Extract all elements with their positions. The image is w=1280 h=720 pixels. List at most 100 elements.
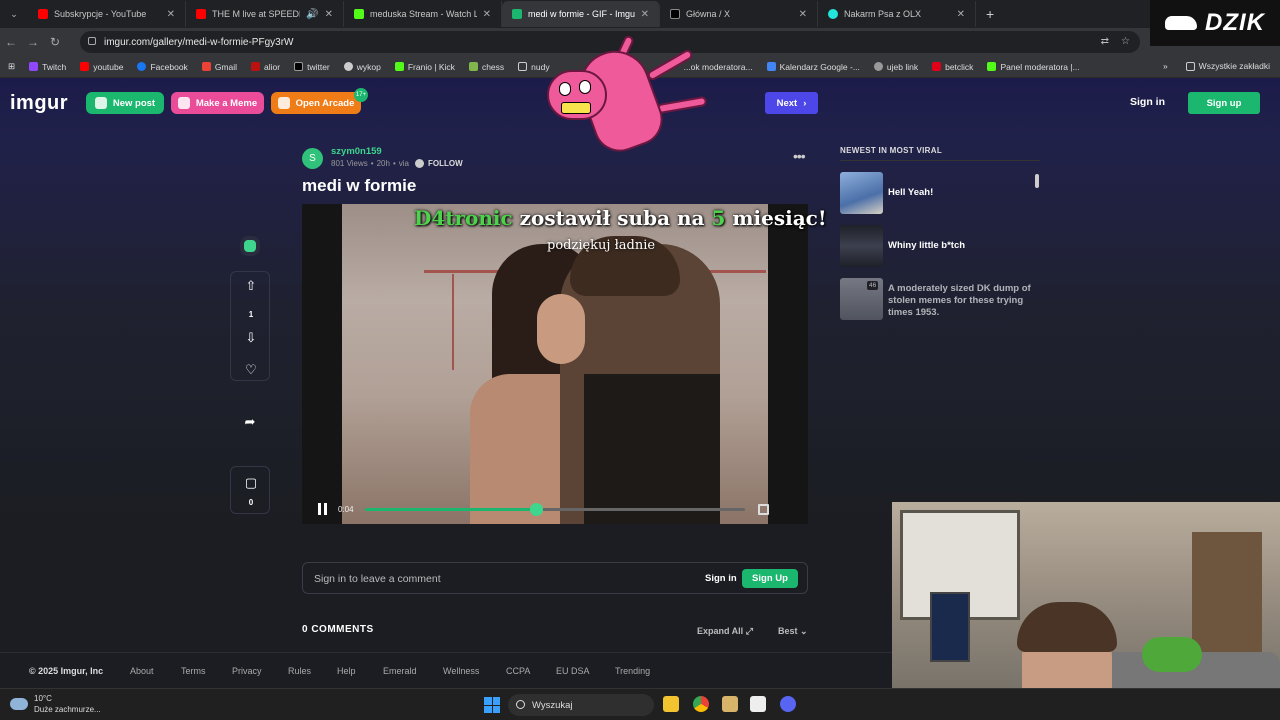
new-post-button[interactable]: New post [86, 92, 164, 114]
footer-link[interactable]: Terms [181, 666, 206, 676]
comment-box[interactable]: Sign in to leave a comment Sign in Sign … [302, 562, 808, 594]
speaker-icon[interactable]: 🔊 [306, 9, 318, 20]
new-tab-button[interactable]: + [986, 6, 994, 22]
more-options-icon[interactable]: ••• [793, 148, 806, 164]
upvote-icon[interactable]: ⇧ [231, 278, 271, 294]
bookmark-kick[interactable]: Franio | Kick [394, 62, 455, 72]
site-info-icon[interactable] [88, 37, 96, 45]
tab-search-icon[interactable]: ⌄ [0, 9, 28, 20]
list-item[interactable]: Hell Yeah! [840, 172, 1040, 216]
downvote-icon[interactable]: ⇩ [231, 330, 271, 346]
app-icon[interactable] [722, 696, 738, 712]
chevron-right-icon[interactable]: » [1163, 61, 1168, 71]
comment-sign-up-button[interactable]: Sign Up [742, 569, 798, 588]
browser-tab[interactable]: meduska Stream - Watch Live ✕ [344, 1, 502, 27]
video-progress-bar[interactable] [365, 503, 745, 516]
reload-icon[interactable]: ↻ [44, 35, 66, 49]
forward-icon[interactable]: → [22, 35, 44, 49]
windows-start-icon[interactable] [484, 697, 500, 713]
bookmark-betclick[interactable]: betclick [932, 62, 973, 72]
close-tab-icon[interactable]: ✕ [799, 9, 807, 20]
youtube-icon [80, 62, 90, 71]
comment-placeholder[interactable]: Sign in to leave a comment [314, 573, 441, 585]
expand-all-button[interactable]: Expand All ⤢ [697, 626, 753, 637]
footer-link[interactable]: Trending [615, 666, 650, 676]
kick-icon [987, 62, 997, 71]
avatar[interactable]: S [302, 148, 323, 169]
calendar-icon [766, 62, 776, 71]
sign-up-button[interactable]: Sign up [1188, 92, 1260, 114]
username[interactable]: szym0n159 [331, 146, 382, 157]
divider [840, 160, 1040, 161]
webcam-person [1017, 602, 1117, 652]
bookmark-label: chess [481, 61, 505, 72]
close-tab-icon[interactable]: ✕ [325, 9, 333, 20]
make-meme-button[interactable]: Make a Meme [171, 92, 264, 114]
close-tab-icon[interactable]: ✕ [641, 9, 649, 20]
browser-tab[interactable]: Subskrypcje - YouTube ✕ [28, 1, 186, 27]
back-icon[interactable]: ← [0, 35, 22, 49]
bookmark-label: Kalendarz Google -... [779, 61, 860, 72]
close-tab-icon[interactable]: ✕ [167, 9, 175, 20]
video-player[interactable]: D4tronic zostawił suba na 5 miesiąc! pod… [302, 204, 827, 524]
heart-icon[interactable]: ♡ [231, 362, 271, 378]
list-item[interactable]: Whiny little b*tch [840, 225, 1040, 269]
footer-link[interactable]: About [130, 666, 154, 676]
browser-tab-active[interactable]: medi w formie - GIF - Imgur ✕ [502, 1, 660, 27]
footer-copyright: © 2025 Imgur, Inc [29, 666, 104, 676]
bookmark-ujeb[interactable]: ujeb link [873, 61, 919, 72]
footer-link[interactable]: EU DSA [556, 666, 590, 676]
bookmark-facebook[interactable]: Facebook [137, 62, 188, 72]
footer-link[interactable]: Emerald [383, 666, 417, 676]
file-explorer-icon[interactable] [663, 696, 679, 712]
pause-icon[interactable] [318, 503, 327, 515]
sub-alert-mid: zostawił suba na [519, 206, 705, 230]
bookmark-twitch[interactable]: Twitch [29, 62, 66, 72]
sign-in-link[interactable]: Sign in [1130, 96, 1165, 108]
scroll-indicator[interactable] [1035, 174, 1039, 188]
all-bookmarks[interactable]: » Wszystkie zakładki [1163, 61, 1270, 71]
sticker-arm [656, 95, 708, 115]
browser-tab[interactable]: THE M live at SPEEDLAND 🔊 ✕ [186, 1, 344, 27]
kick-icon [354, 9, 364, 19]
bookmark-twitter[interactable]: twitter [294, 62, 330, 72]
taskbar-search[interactable]: Wyszukaj [508, 694, 654, 716]
bookmark-gmail[interactable]: Gmail [201, 62, 237, 72]
star-icon[interactable]: ☆ [1121, 36, 1130, 47]
footer-link[interactable]: Help [337, 666, 356, 676]
apps-icon[interactable]: ⊞ [8, 61, 15, 72]
bookmark-youtube[interactable]: youtube [80, 62, 123, 72]
follow-button[interactable]: FOLLOW [414, 159, 463, 168]
footer-link[interactable]: CCPA [506, 666, 530, 676]
weather-text: Duże zachmurze... [34, 705, 101, 714]
bookmark-alior[interactable]: alior [251, 62, 280, 72]
sort-dropdown[interactable]: Best ⌄ [778, 626, 808, 637]
bookmark-wykop[interactable]: wykop [343, 62, 381, 72]
discord-icon[interactable] [780, 696, 796, 712]
close-tab-icon[interactable]: ✕ [483, 9, 491, 20]
close-tab-icon[interactable]: ✕ [957, 9, 965, 20]
video-progress-handle[interactable] [530, 503, 543, 516]
footer-link[interactable]: Wellness [443, 666, 479, 676]
bookmark-panel[interactable]: Panel moderatora |... [987, 62, 1080, 72]
chrome-icon[interactable] [693, 696, 709, 712]
comment-sign-in[interactable]: Sign in [705, 573, 737, 584]
open-arcade-button[interactable]: Open Arcade [271, 92, 361, 114]
footer-link[interactable]: Rules [288, 666, 311, 676]
next-button[interactable]: Next › [765, 92, 818, 114]
browser-tab[interactable]: Główna / X ✕ [660, 1, 818, 27]
translate-icon[interactable]: ⇄ [1101, 36, 1109, 47]
bookmark-calendar[interactable]: Kalendarz Google -... [766, 61, 860, 72]
bookmark-chess[interactable]: chess [468, 61, 505, 72]
fullscreen-icon[interactable] [758, 504, 769, 515]
footer-link[interactable]: Privacy [232, 666, 262, 676]
app-icon[interactable] [750, 696, 766, 712]
list-item[interactable]: 46 A moderately sized DK dump of stolen … [840, 278, 1040, 322]
bookmark-label: Wszystkie zakładki [1198, 61, 1270, 71]
comment-panel[interactable]: ▢ 0 [230, 466, 270, 514]
bookmark-label: ujeb link [886, 61, 919, 72]
weather-widget[interactable]: 10°C Duże zachmurze... [10, 693, 101, 715]
browser-tab[interactable]: Nakarm Psa z OLX ✕ [818, 1, 976, 27]
share-icon[interactable]: ➦ [230, 414, 270, 430]
imgur-logo[interactable]: imgur [10, 92, 68, 115]
